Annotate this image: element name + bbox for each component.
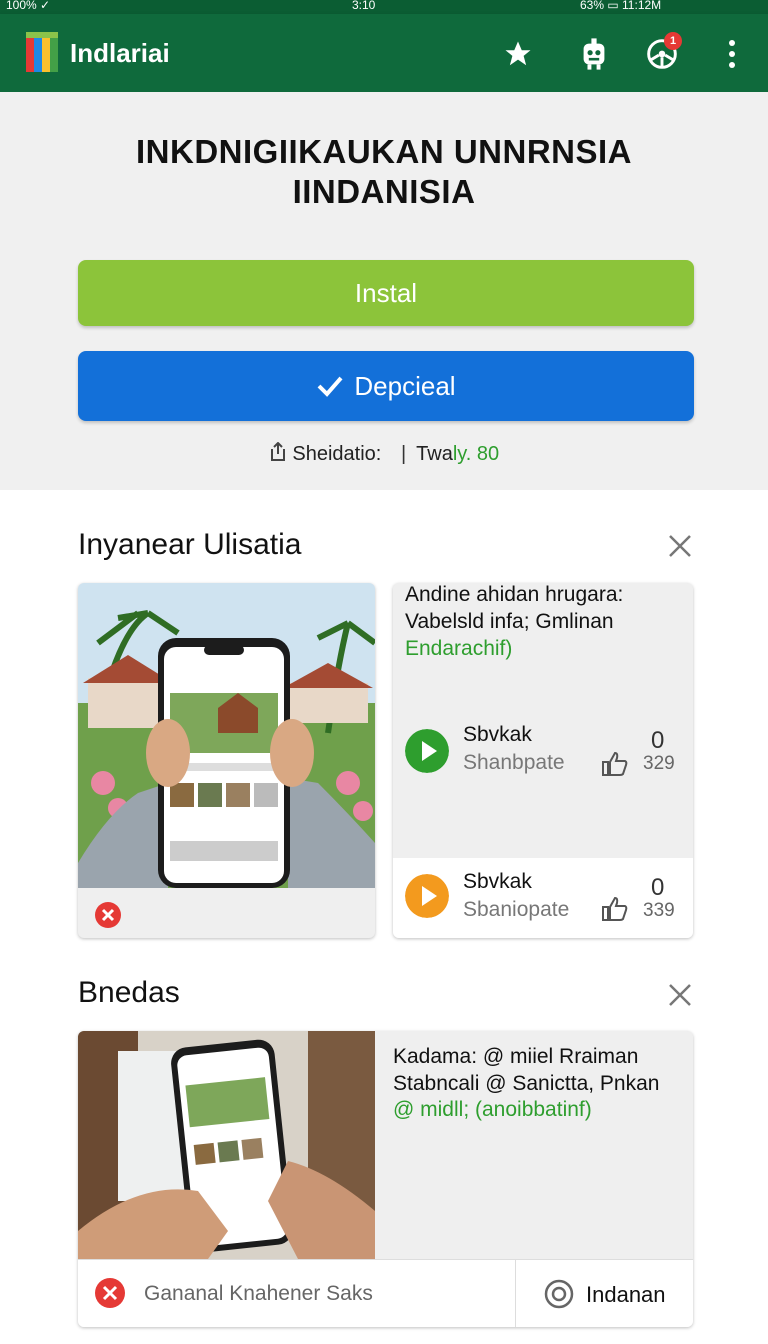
info-line-3-prefix: @ midll; bbox=[393, 1098, 470, 1121]
open-button-label: Indanan bbox=[586, 1282, 666, 1307]
status-left: 100% ✓ bbox=[6, 0, 51, 12]
item-subtitle: Shanbpate bbox=[463, 751, 565, 774]
item-count-bottom: 339 bbox=[643, 900, 675, 921]
list-item-1[interactable]: Sbvkak Shanbpate 0 329 bbox=[393, 723, 693, 823]
app-bar: Indlariai 1 bbox=[0, 14, 768, 92]
item-title: Sbvkak bbox=[463, 723, 532, 746]
robot-button[interactable] bbox=[574, 34, 614, 74]
info-line-3: @ midll; (anoibbatinf) bbox=[393, 1098, 592, 1122]
status-bar: 100% ✓ 3:10 63% ▭ 11:12M bbox=[0, 0, 768, 14]
title-line-2: IINDANISIA bbox=[292, 173, 476, 210]
share-icon bbox=[270, 441, 285, 461]
meta-value-highlight: ly. 80 bbox=[452, 443, 500, 465]
close-icon[interactable] bbox=[666, 981, 694, 1009]
info-line-2: Stabncali @ Sanictta, Pnkan bbox=[393, 1072, 660, 1095]
phone-photo-image bbox=[78, 583, 375, 888]
list-item-2[interactable]: Sbvkak Sbaniopate 0 339 bbox=[393, 858, 693, 938]
info-card-1: Andine ahidan hrugara: Vabelsld infa; Gm… bbox=[393, 583, 693, 938]
robot-icon bbox=[583, 38, 605, 70]
close-icon[interactable] bbox=[666, 532, 694, 560]
item-title: Sbvkak bbox=[463, 870, 532, 893]
primary-action-label: Depcieal bbox=[354, 370, 456, 401]
thumbs-up-icon[interactable] bbox=[601, 751, 629, 777]
more-vertical-icon bbox=[729, 40, 735, 68]
remove-icon[interactable] bbox=[94, 901, 122, 929]
hero-meta: Sheidatio: | Twaly. 80 bbox=[0, 441, 768, 466]
meta-separator: | bbox=[400, 443, 407, 465]
primary-action-button[interactable]: Depcieal bbox=[78, 351, 694, 421]
info-line-3: Endarachif) bbox=[405, 637, 513, 660]
notifications-button[interactable]: 1 bbox=[642, 32, 682, 74]
info-card-2: Kadama: @ miiel Rraiman Stabncali @ Sani… bbox=[375, 1031, 693, 1259]
notification-badge: 1 bbox=[664, 32, 682, 50]
favorite-button[interactable] bbox=[498, 34, 538, 74]
media-card-1[interactable] bbox=[78, 583, 375, 938]
info-line-2: Vabelsld infa; Gmlinan bbox=[405, 610, 614, 633]
play-icon[interactable] bbox=[405, 874, 449, 918]
section-title-1: Inyanear Ulisatia bbox=[78, 528, 302, 561]
thumbs-up-icon[interactable] bbox=[601, 896, 629, 922]
item-count-top: 0 bbox=[651, 874, 665, 901]
section-title-2: Bnedas bbox=[78, 976, 180, 1009]
app-title: Indlariai bbox=[70, 38, 170, 68]
meta-label: Sheidatio: bbox=[292, 443, 382, 465]
status-time: 3:10 bbox=[352, 0, 376, 12]
title-line-1: INKDNIGIIKAUKAN UNNRNSIA bbox=[136, 133, 632, 170]
app-logo-icon bbox=[26, 32, 58, 72]
info-line-3-link: (anoibbatinf) bbox=[475, 1098, 592, 1121]
play-icon[interactable] bbox=[405, 729, 449, 773]
dismiss-label: Gananal Knahener Saks bbox=[144, 1282, 373, 1305]
target-icon bbox=[544, 1279, 574, 1309]
item-subtitle: Sbaniopate bbox=[463, 898, 570, 921]
info-line-1: Kadama: @ miiel Rraiman bbox=[393, 1045, 639, 1068]
install-button[interactable]: Instal bbox=[78, 260, 694, 326]
remove-icon bbox=[95, 1278, 125, 1308]
dismiss-bar[interactable]: Gananal Knahener Saks bbox=[78, 1259, 515, 1327]
info-line-1: Andine ahidan hrugara: bbox=[405, 583, 624, 606]
star-icon bbox=[505, 41, 531, 66]
hero-panel: INKDNIGIIKAUKAN UNNRNSIA IINDANISIA Inst… bbox=[0, 92, 768, 490]
item-count-bottom: 329 bbox=[643, 753, 675, 774]
check-icon bbox=[317, 376, 343, 397]
open-button[interactable]: Indanan bbox=[515, 1259, 693, 1327]
status-right: 63% ▭ 11:12M bbox=[580, 0, 662, 12]
meta-value: Twa bbox=[416, 443, 453, 465]
phone-hands-image bbox=[78, 1031, 375, 1259]
item-count-top: 0 bbox=[651, 727, 665, 754]
media-card-2[interactable]: Kadama: @ miiel Rraiman Stabncali @ Sani… bbox=[78, 1031, 693, 1327]
more-menu-button[interactable] bbox=[714, 34, 750, 74]
page-title: INKDNIGIIKAUKAN UNNRNSIA IINDANISIA bbox=[84, 132, 684, 212]
